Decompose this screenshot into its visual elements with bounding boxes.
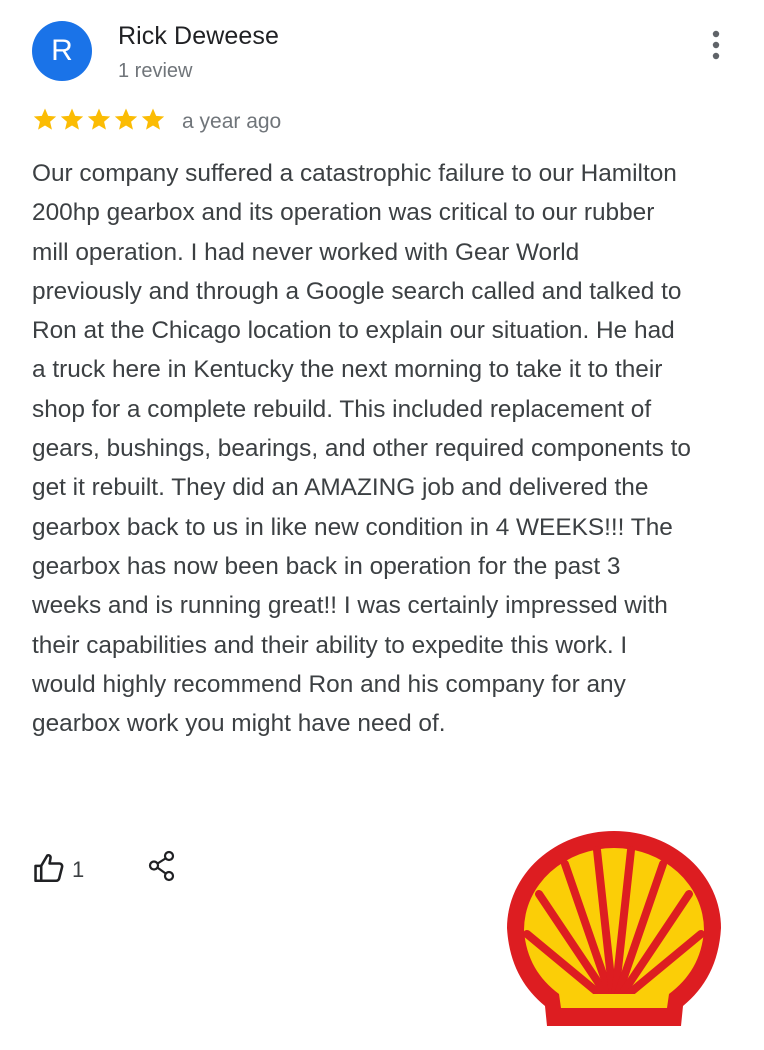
review-count: 1 review — [118, 60, 193, 82]
star-icon — [60, 108, 84, 130]
review-date: a year ago — [182, 110, 282, 133]
shell-logo — [507, 831, 721, 1026]
share-button[interactable] — [146, 849, 178, 888]
star-icon — [114, 108, 138, 130]
thumbs-up-icon — [34, 854, 64, 883]
star-icon — [87, 108, 111, 130]
author-name[interactable]: Rick Deweese — [118, 22, 279, 51]
star-icon — [141, 108, 165, 130]
share-icon — [148, 850, 175, 882]
star-icon — [33, 108, 57, 130]
like-button[interactable]: 1 — [32, 851, 84, 885]
star-rating — [32, 106, 166, 136]
avatar[interactable]: R — [32, 21, 92, 81]
like-count: 1 — [72, 857, 85, 882]
more-vert-icon — [712, 30, 720, 60]
review-text: Our company suffered a catastrophic fail… — [32, 160, 691, 738]
more-options-button[interactable] — [700, 28, 732, 64]
